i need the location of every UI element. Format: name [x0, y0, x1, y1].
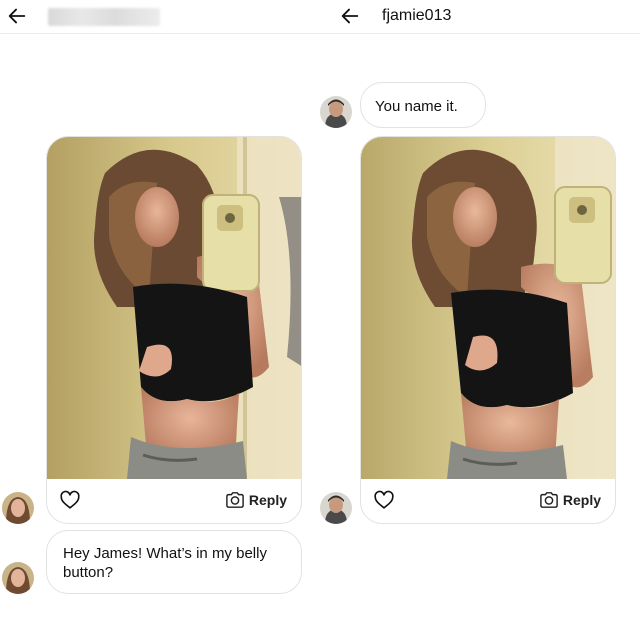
selfie-image	[361, 137, 615, 479]
chat-header: fjamie013	[320, 0, 640, 34]
message-text: You name it.	[375, 98, 458, 115]
image-message-footer: Reply	[361, 477, 615, 523]
contact-avatar[interactable]	[2, 492, 34, 524]
arrow-left-icon[interactable]	[339, 5, 361, 27]
camera-icon	[540, 492, 558, 508]
image-message[interactable]: Reply	[46, 136, 302, 524]
chat-header	[0, 0, 320, 34]
contact-avatar[interactable]	[2, 562, 34, 594]
contact-avatar[interactable]	[320, 96, 352, 128]
contact-avatar[interactable]	[320, 492, 352, 524]
reply-label: Reply	[248, 492, 287, 508]
message-text: Hey James! What’s in my belly button?	[63, 545, 267, 581]
image-message-footer: Reply	[47, 477, 301, 523]
arrow-left-icon[interactable]	[6, 5, 28, 27]
selfie-photo[interactable]	[47, 137, 301, 479]
right-chat-screen: fjamie013 You name it. Reply	[320, 0, 640, 640]
heart-outline-icon[interactable]	[373, 489, 395, 511]
blurred-contact-name[interactable]	[48, 8, 160, 26]
reply-button[interactable]: Reply	[225, 489, 287, 511]
contact-name[interactable]: fjamie013	[382, 7, 451, 25]
selfie-image	[47, 137, 301, 479]
reply-label: Reply	[562, 492, 601, 508]
incoming-text-message[interactable]: You name it.	[360, 82, 486, 128]
reply-button[interactable]: Reply	[539, 489, 601, 511]
heart-outline-icon[interactable]	[59, 489, 81, 511]
image-message[interactable]: Reply	[360, 136, 616, 524]
incoming-text-message[interactable]: Hey James! What’s in my belly button?	[46, 530, 302, 594]
edited-selfie-photo[interactable]	[361, 137, 615, 479]
left-chat-screen: Reply Hey James! What’s in my belly butt…	[0, 0, 320, 640]
camera-icon	[226, 492, 244, 508]
